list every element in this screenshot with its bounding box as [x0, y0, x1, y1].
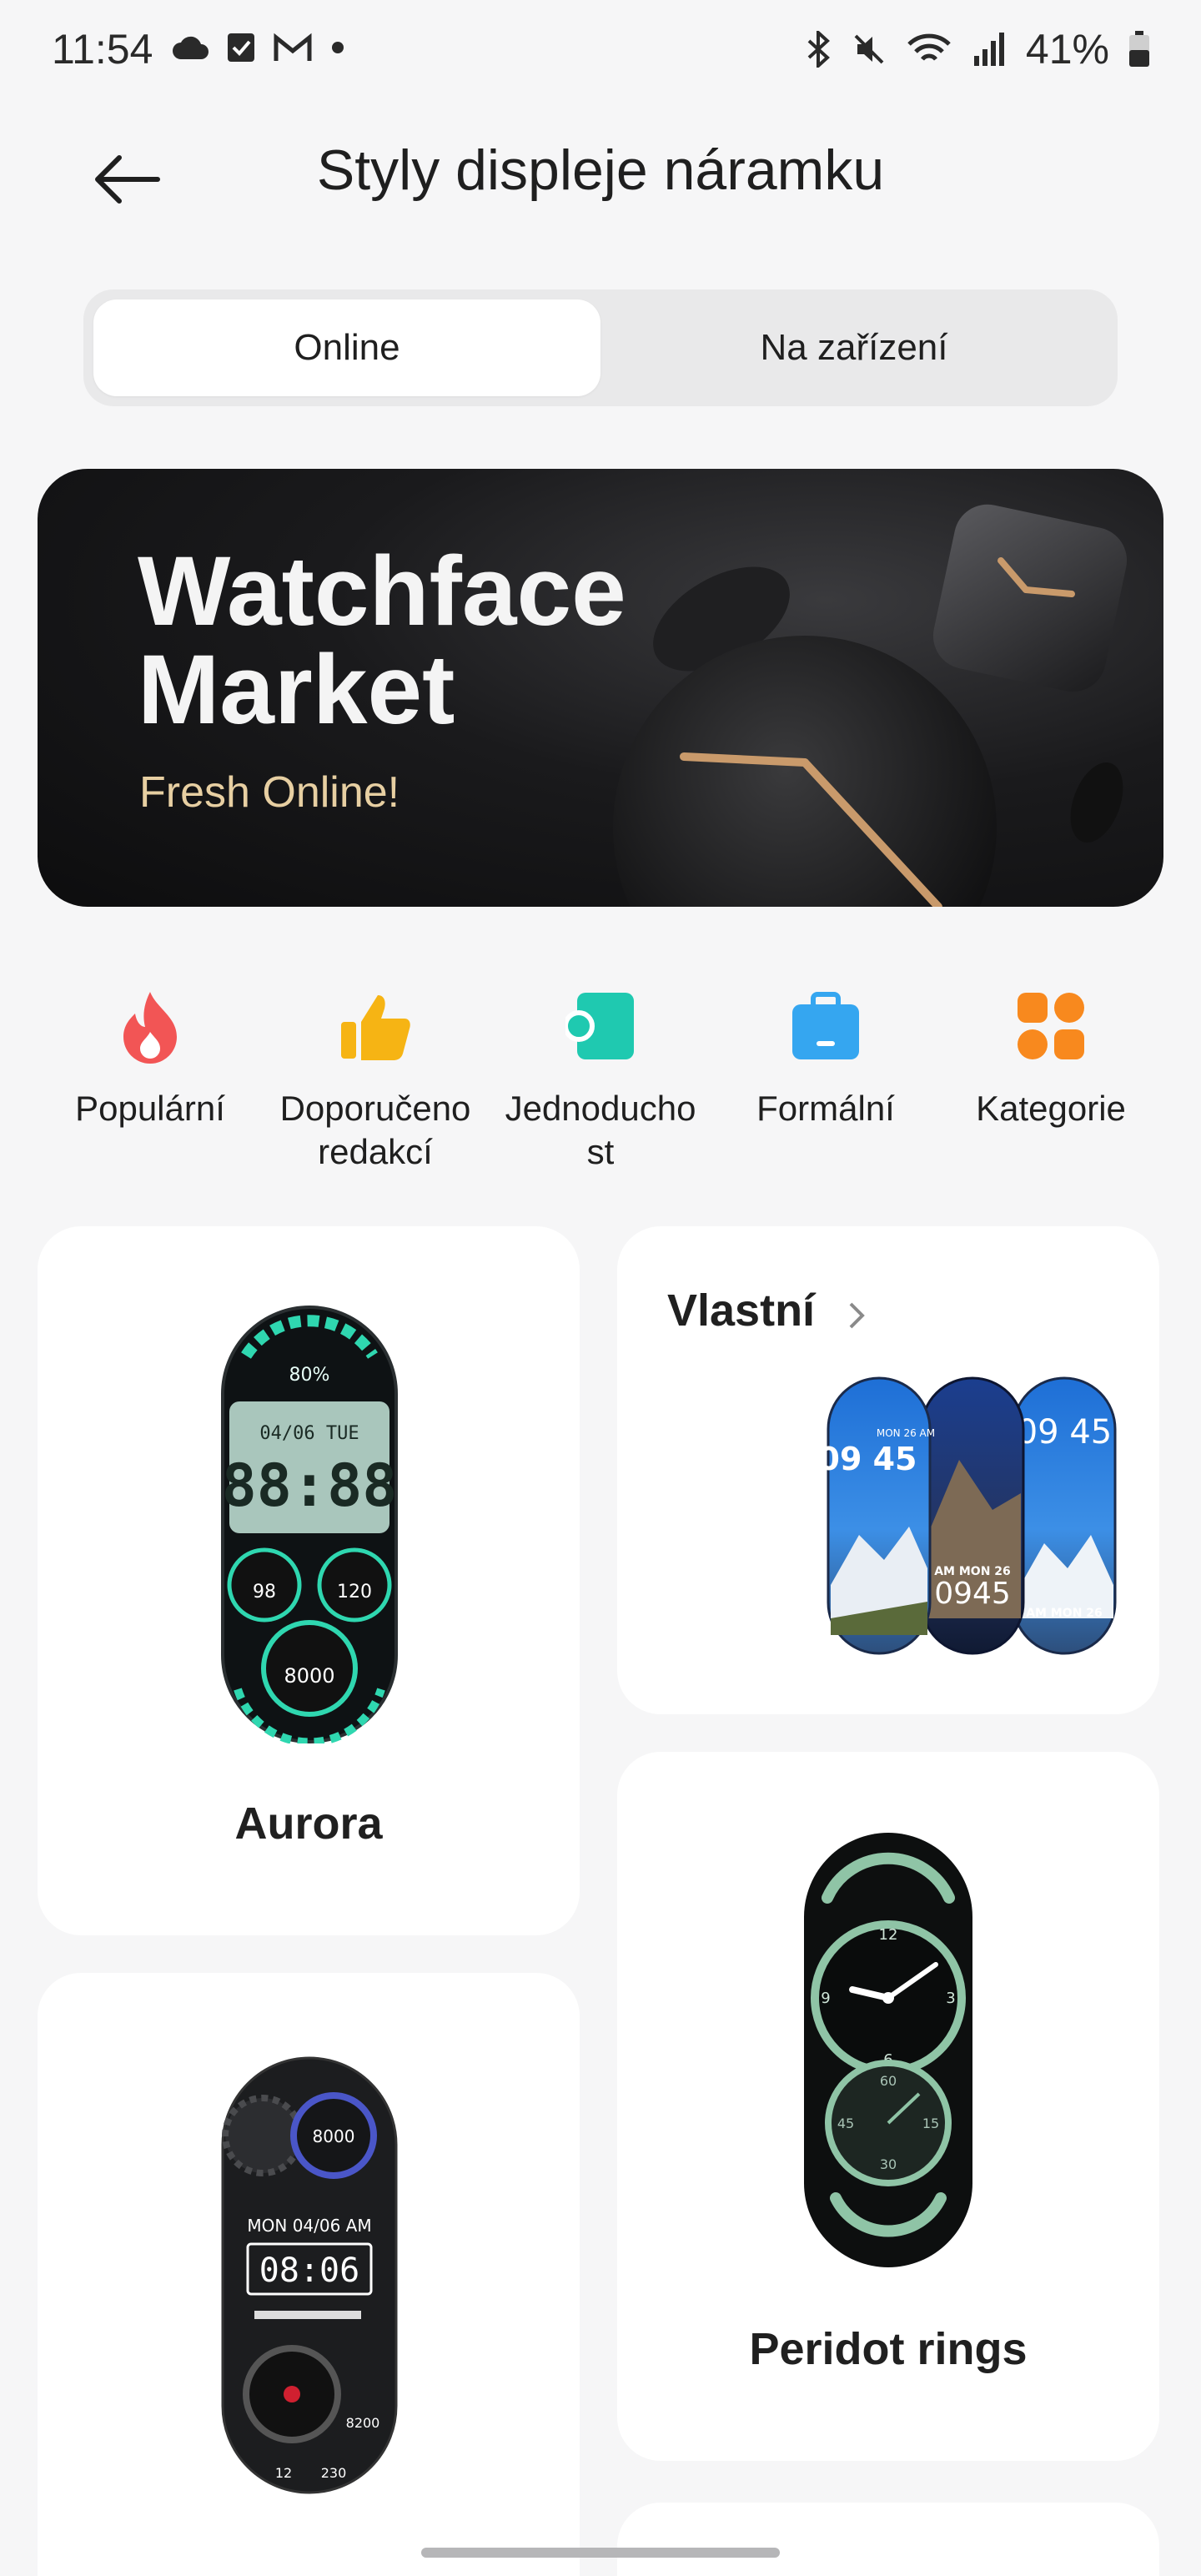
- mute-icon: [854, 34, 884, 64]
- custom-watchface-card[interactable]: Vlastní 09 45 AM MON 26 AM MON 26 0945 0…: [617, 1226, 1159, 1714]
- thumbs-up-icon: [341, 995, 410, 1060]
- category-label: Kategorie: [976, 1089, 1126, 1128]
- watchface-card-aurora[interactable]: 80% 04/06 TUE 88:88 98 120 8000 Aurora: [38, 1226, 580, 1935]
- category-label: Populární: [75, 1089, 225, 1128]
- bluetooth-icon: [807, 31, 830, 68]
- status-bar: 11:54 41%: [0, 0, 1201, 100]
- grid-icon: [1018, 993, 1084, 1059]
- banner-subtitle: Fresh Online!: [139, 768, 400, 817]
- sub-15: 15: [922, 2116, 939, 2131]
- status-time: 11:54: [52, 26, 153, 73]
- category-label: Doporučeno redakcí: [279, 1089, 471, 1171]
- aurora-steps: 8000: [284, 1664, 334, 1688]
- category-label: Jednoducho st: [505, 1089, 696, 1171]
- category-recommended[interactable]: Doporučeno redakcí: [267, 989, 484, 1174]
- face3-time: 09 45: [1017, 1413, 1113, 1452]
- category-popular[interactable]: Populární: [42, 989, 259, 1130]
- battery-icon: [1129, 31, 1149, 67]
- category-formal[interactable]: Formální: [717, 989, 934, 1130]
- peridot-watchface-preview: 12 9 3 6 60 45 15 30: [804, 1833, 972, 2267]
- category-simple[interactable]: Jednoducho st: [492, 989, 709, 1174]
- face1-time: 09 45: [826, 1441, 917, 1477]
- watchface-card-mech[interactable]: 8000 MON 04/06 AM 08:06 8200 12 230: [38, 1973, 580, 2576]
- aurora-calories: 120: [337, 1582, 372, 1602]
- page-title: Styly displeje náramku: [316, 138, 885, 202]
- cloud-icon: [173, 36, 209, 59]
- sub-45: 45: [837, 2116, 854, 2131]
- face3-date: AM MON 26: [1026, 1607, 1103, 1620]
- mech-stat1: 12: [275, 2465, 292, 2481]
- gmail-icon: [274, 33, 312, 61]
- aurora-heart: 98: [253, 1582, 276, 1602]
- flame-icon: [123, 992, 177, 1064]
- custom-title: Vlastní: [667, 1285, 816, 1336]
- battery-percent: 41%: [1025, 26, 1109, 73]
- aurora-watchface-preview: 80% 04/06 TUE 88:88 98 120 8000: [221, 1306, 398, 1743]
- aurora-time: 88:88: [222, 1452, 398, 1520]
- category-label: Formální: [756, 1089, 895, 1128]
- banner-title: Watchface Market: [138, 542, 626, 739]
- face1-date: MON 26 AM: [877, 1427, 935, 1439]
- simple-icon: [565, 993, 634, 1059]
- dial-12: 12: [879, 1926, 898, 1944]
- category-categories[interactable]: Kategorie: [942, 989, 1159, 1130]
- custom-watchface-preview: 09 45 AM MON 26 AM MON 26 0945 09 45 MON…: [826, 1376, 1117, 1655]
- watchface-card-partial[interactable]: [617, 2503, 1159, 2576]
- signal-icon: [973, 33, 1004, 66]
- card-title: Peridot rings: [749, 2324, 1028, 2374]
- banner-title-line2: Market: [138, 635, 455, 745]
- aurora-date: 04/06 TUE: [259, 1423, 359, 1444]
- gesture-navigation-bar[interactable]: [421, 2548, 780, 2558]
- watchface-market-banner[interactable]: Watchface Market Fresh Online!: [38, 469, 1163, 907]
- tab-on-device[interactable]: Na zařízení: [600, 299, 1108, 396]
- sub-30: 30: [880, 2156, 897, 2172]
- mech-time: 08:06: [259, 2251, 359, 2290]
- face2-time: 0945: [934, 1577, 1011, 1611]
- mech-count: 8200: [346, 2415, 380, 2431]
- mech-date: MON 04/06 AM: [247, 2216, 371, 2236]
- chevron-right-icon: [849, 1302, 865, 1329]
- wifi-icon: [907, 33, 951, 61]
- mech-watchface-preview: 8000 MON 04/06 AM 08:06 8200 12 230: [221, 2056, 398, 2494]
- checkbox-icon: [228, 33, 254, 62]
- mech-steps: 8000: [313, 2126, 355, 2146]
- watchface-card-peridot-rings[interactable]: 12 9 3 6 60 45 15 30 Peridot rings: [617, 1752, 1159, 2461]
- banner-title-line1: Watchface: [138, 536, 626, 647]
- dial-3: 3: [946, 1990, 955, 2007]
- segment-control: Online Na zařízení: [83, 289, 1118, 406]
- card-title: Aurora: [234, 1799, 383, 1849]
- notification-icons: [171, 32, 346, 63]
- dot-icon: [332, 42, 344, 53]
- system-icons: 41%: [804, 25, 1151, 73]
- sub-60: 60: [880, 2073, 897, 2089]
- aurora-battery: 80%: [289, 1365, 330, 1386]
- mech-stat2: 230: [321, 2465, 347, 2481]
- briefcase-icon: [792, 992, 859, 1059]
- dial-9: 9: [821, 1990, 830, 2007]
- tab-online[interactable]: Online: [93, 299, 600, 396]
